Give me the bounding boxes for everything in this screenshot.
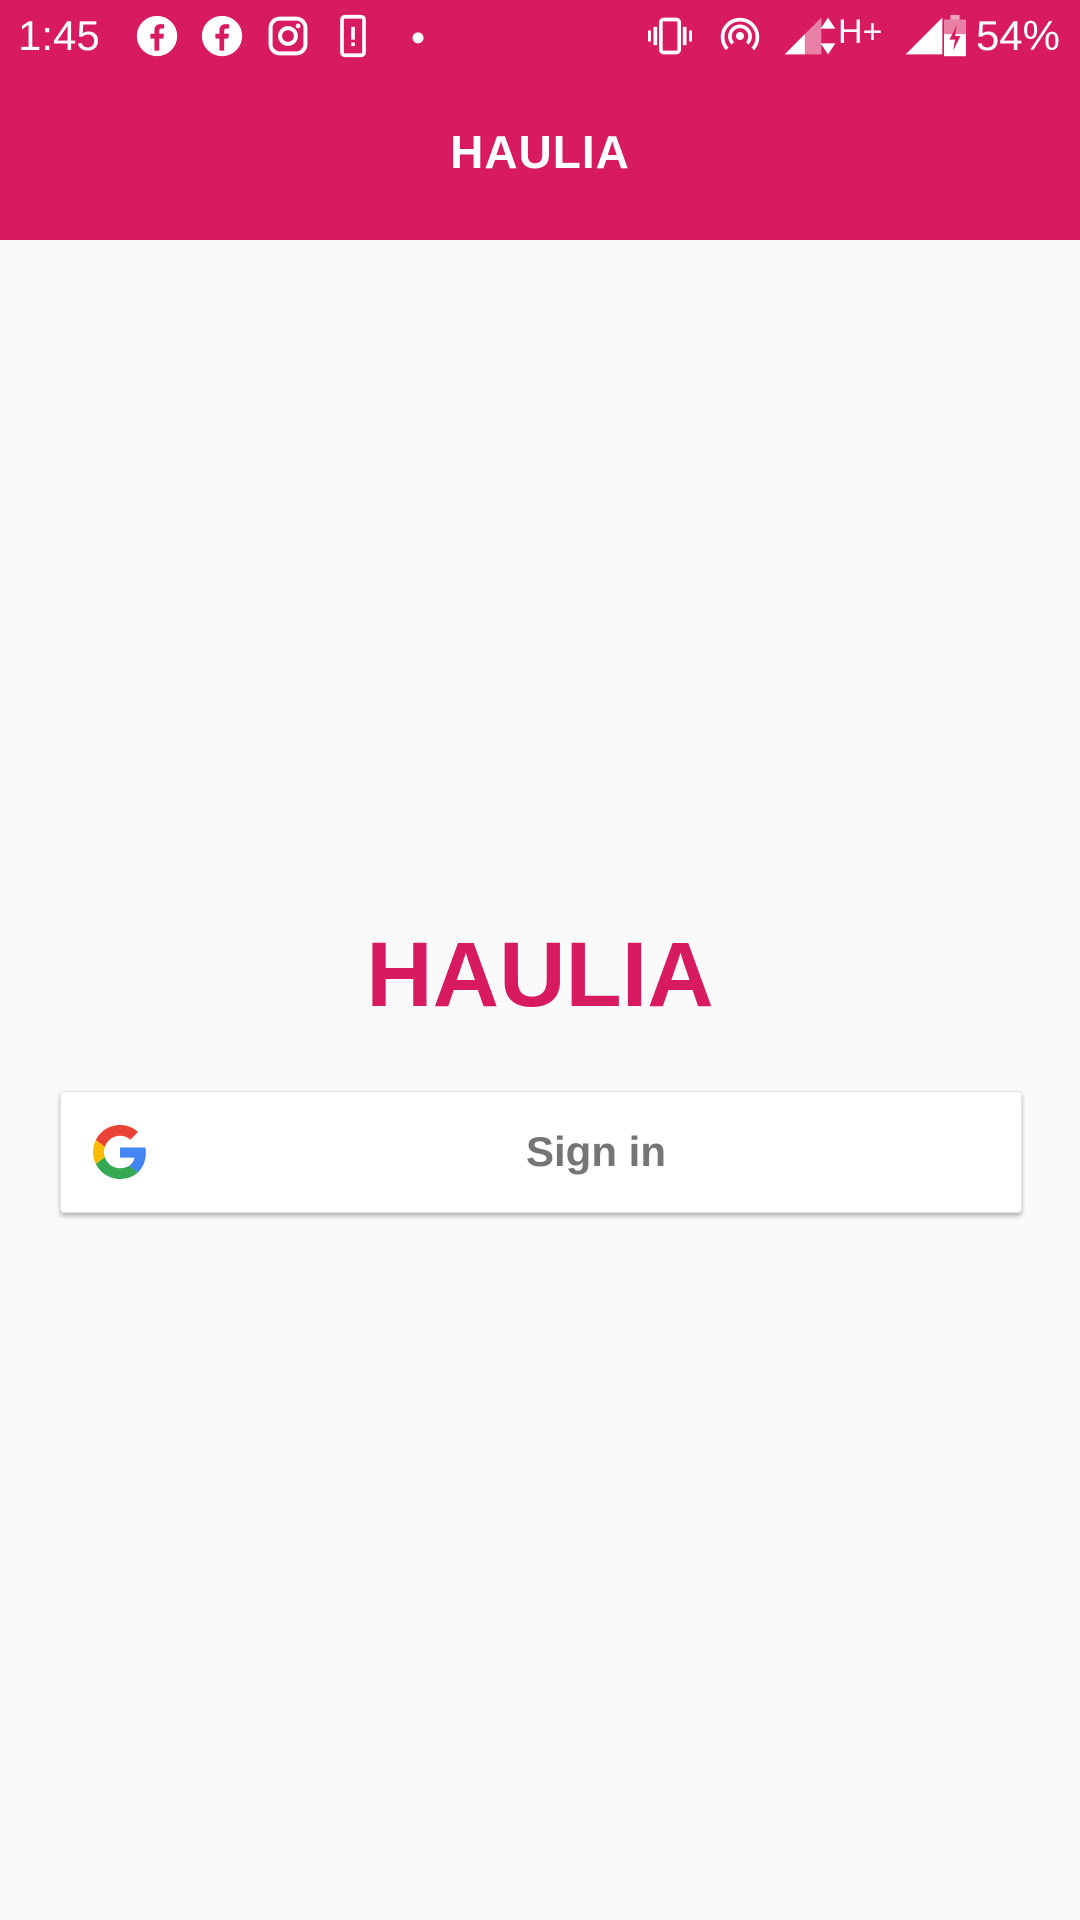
status-time: 1:45: [18, 12, 100, 59]
instagram-icon: [268, 16, 308, 56]
vibrate-icon: [648, 17, 692, 55]
brand-title: HAULIA: [366, 924, 714, 1026]
status-bar: 1:45 H+ 54%: [0, 0, 1080, 72]
network-type-label: H+: [838, 13, 883, 51]
app-bar: HAULIA: [0, 72, 1080, 240]
app-bar-title: HAULIA: [450, 126, 630, 178]
google-sign-in-button[interactable]: Sign in: [60, 1091, 1022, 1213]
device-alert-icon: [340, 14, 366, 58]
facebook-icon: [136, 15, 178, 57]
data-arrows-icon: [820, 17, 836, 55]
dot-icon: [412, 32, 424, 44]
facebook-icon: [201, 15, 243, 57]
sign-in-label: Sign in: [526, 1128, 666, 1175]
battery-icon: [944, 14, 966, 57]
hotspot-icon: [720, 17, 760, 51]
battery-percentage: 54%: [975, 12, 1060, 59]
